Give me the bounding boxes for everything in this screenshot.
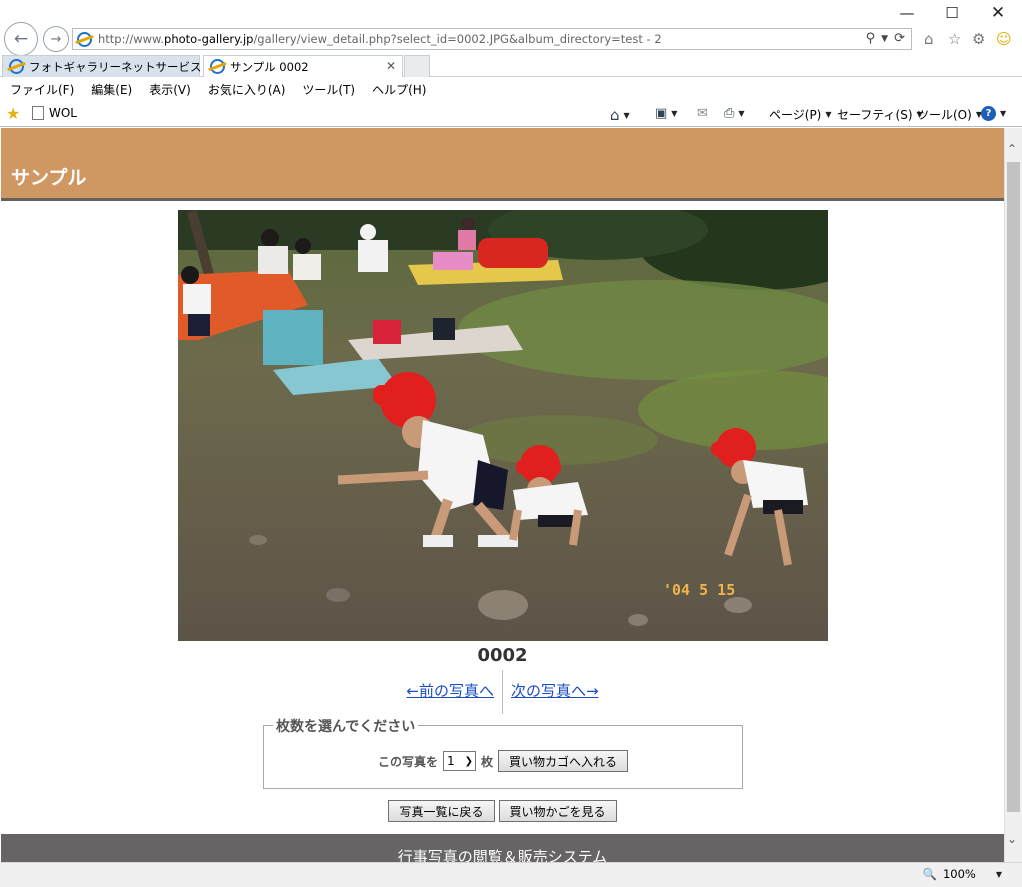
tab-label: サンプル 0002 — [230, 59, 309, 74]
forward-button[interactable]: → — [43, 26, 69, 52]
quantity-select[interactable]: 1 ❯ — [442, 751, 476, 771]
vertical-scrollbar[interactable]: ⌃ ⌄ — [1004, 128, 1022, 862]
gallery-photo: '04 5 15 — [178, 210, 828, 641]
tab-strip: フォトギャラリーネットサービス サンプル サンプル 0002 ✕ — [0, 55, 1022, 77]
dropdown-icon: ▼ — [623, 110, 630, 120]
help-menu[interactable]: ? ▼ — [981, 106, 1006, 121]
address-host: photo-gallery.jp — [164, 32, 254, 46]
quantity-prefix-label: この写真を — [377, 754, 438, 769]
safety-menu[interactable]: セーフティ(S) ▼ — [837, 106, 923, 123]
quantity-fieldset: 枚数を選んでください この写真を 1 ❯ 枚 買い物カゴへ入れる — [263, 716, 743, 789]
maximize-button[interactable]: ☐ — [937, 4, 967, 22]
new-tab-button[interactable] — [404, 55, 430, 77]
menu-favorites[interactable]: お気に入り(A) — [208, 81, 286, 98]
zoom-icon: 🔍 — [922, 867, 937, 881]
quantity-selected-value: 1 — [446, 754, 455, 768]
tab-sample-0002[interactable]: サンプル 0002 ✕ — [203, 55, 403, 77]
safety-menu-label: セーフティ(S) — [837, 108, 913, 122]
status-bar: 🔍 100% ▼ — [0, 862, 1022, 887]
tab-gallery-home[interactable]: フォトギャラリーネットサービス サンプル — [2, 55, 251, 77]
photo-id-label: 0002 — [477, 645, 528, 666]
smiley-feedback-icon[interactable]: ☺ — [996, 30, 1012, 48]
favorite-item-wol[interactable]: WOL — [32, 106, 77, 120]
favorites-bar: ★ WOL ⌂ ▼ ▣ ▼ ✉ ⎙ ▼ ページ(P) ▼ セーフティ(S) ▼ ツール(O… — [0, 101, 1022, 127]
menu-view[interactable]: 表示(V) — [149, 81, 191, 98]
site-title: サンプル — [11, 167, 87, 189]
home-icon: ⌂ — [610, 106, 620, 124]
previous-photo-link[interactable]: ←前の写真へ — [398, 670, 502, 714]
zoom-level: 100% — [942, 867, 976, 881]
print-command[interactable]: ⎙ ▼ — [724, 106, 745, 121]
ie-tab-icon — [9, 59, 24, 74]
scrollbar-thumb[interactable] — [1007, 162, 1020, 812]
forward-arrow-icon: → — [50, 31, 62, 47]
mail-icon: ✉ — [697, 106, 708, 121]
menu-edit[interactable]: 編集(E) — [91, 81, 132, 98]
quantity-row: この写真を 1 ❯ 枚 買い物カゴへ入れる — [264, 750, 742, 772]
menu-tools[interactable]: ツール(T) — [302, 81, 355, 98]
dropdown-icon: ▼ — [1000, 109, 1007, 118]
dropdown-icon: ▼ — [995, 869, 1002, 879]
zoom-control[interactable]: 🔍 100% ▼ — [923, 867, 1002, 881]
add-to-cart-button[interactable]: 買い物カゴへ入れる — [498, 750, 629, 772]
page-icon — [32, 106, 44, 120]
favorites-add-icon[interactable]: ★ — [6, 104, 20, 123]
scroll-up-icon[interactable]: ⌃ — [1007, 142, 1017, 156]
photo-pager: ←前の写真へ 次の写真へ→ — [1, 670, 1004, 714]
home-icon[interactable]: ⌂ — [924, 30, 934, 48]
close-tab-icon[interactable]: ✕ — [386, 59, 396, 73]
menu-help[interactable]: ヘルプ(H) — [372, 81, 426, 98]
mail-command[interactable]: ✉ — [697, 106, 708, 121]
rss-feed-icon: ▣ — [655, 106, 668, 121]
close-window-button[interactable]: ✕ — [983, 3, 1013, 23]
address-bar[interactable]: http://www.photo-gallery.jp/gallery/view… — [72, 28, 912, 50]
next-photo-link[interactable]: 次の写真へ→ — [503, 670, 607, 714]
page-viewport: サンプル '04 5 15 0002 ←前の写真へ 次の写真へ→ 枚数を選んでく… — [1, 128, 1004, 862]
dropdown-icon[interactable]: ▼ — [881, 31, 888, 46]
printer-icon: ⎙ — [724, 106, 735, 121]
page-menu[interactable]: ページ(P) ▼ — [769, 106, 832, 123]
bottom-actions: 写真一覧に戻る 買い物かごを見る — [1, 800, 1004, 822]
quantity-suffix-label: 枚 — [480, 754, 493, 769]
dropdown-icon: ▼ — [825, 110, 832, 119]
scroll-down-icon[interactable]: ⌄ — [1007, 832, 1017, 846]
browser-title-bar: ← → http://www.photo-gallery.jp/gallery/… — [0, 0, 1022, 56]
back-arrow-icon: ← — [13, 29, 29, 49]
minimize-button[interactable]: — — [892, 4, 922, 22]
favorite-label: WOL — [49, 106, 77, 120]
dropdown-icon: ▼ — [671, 109, 678, 118]
home-command[interactable]: ⌂ ▼ — [610, 106, 630, 124]
gear-icon[interactable]: ⚙ — [972, 30, 985, 48]
search-icon[interactable]: ⚲ — [866, 31, 876, 46]
site-header: サンプル — [1, 128, 1004, 201]
dropdown-icon: ▼ — [738, 109, 745, 118]
page-menu-label: ページ(P) — [769, 108, 822, 122]
back-to-list-button[interactable]: 写真一覧に戻る — [388, 800, 495, 822]
help-icon: ? — [981, 106, 996, 121]
address-text[interactable]: http://www.photo-gallery.jp/gallery/view… — [98, 32, 662, 46]
back-button[interactable]: ← — [4, 22, 38, 56]
menu-file[interactable]: ファイル(F) — [10, 81, 74, 98]
favorites-star-icon[interactable]: ☆ — [948, 30, 961, 48]
ie-page-icon — [77, 31, 92, 47]
photo-date-stamp: '04 5 15 — [663, 581, 735, 599]
quantity-legend: 枚数を選んでください — [273, 716, 419, 736]
menu-bar: ファイル(F) 編集(E) 表示(V) お気に入り(A) ツール(T) ヘルプ(… — [0, 78, 1022, 100]
tools-menu[interactable]: ツール(O) ▼ — [917, 106, 982, 123]
feeds-command[interactable]: ▣ ▼ — [655, 106, 677, 121]
view-cart-button[interactable]: 買い物かごを見る — [498, 800, 617, 822]
footer-text: 行事写真の閲覧＆販売システム — [397, 848, 608, 862]
tools-menu-label: ツール(O) — [917, 108, 972, 122]
chevron-down-icon: ❯ — [464, 755, 473, 767]
photo-illustration: '04 5 15 — [178, 210, 828, 641]
ie-tab-icon — [210, 59, 225, 74]
refresh-icon[interactable]: ⟳ — [894, 31, 905, 46]
site-footer: 行事写真の閲覧＆販売システム — [1, 834, 1004, 862]
